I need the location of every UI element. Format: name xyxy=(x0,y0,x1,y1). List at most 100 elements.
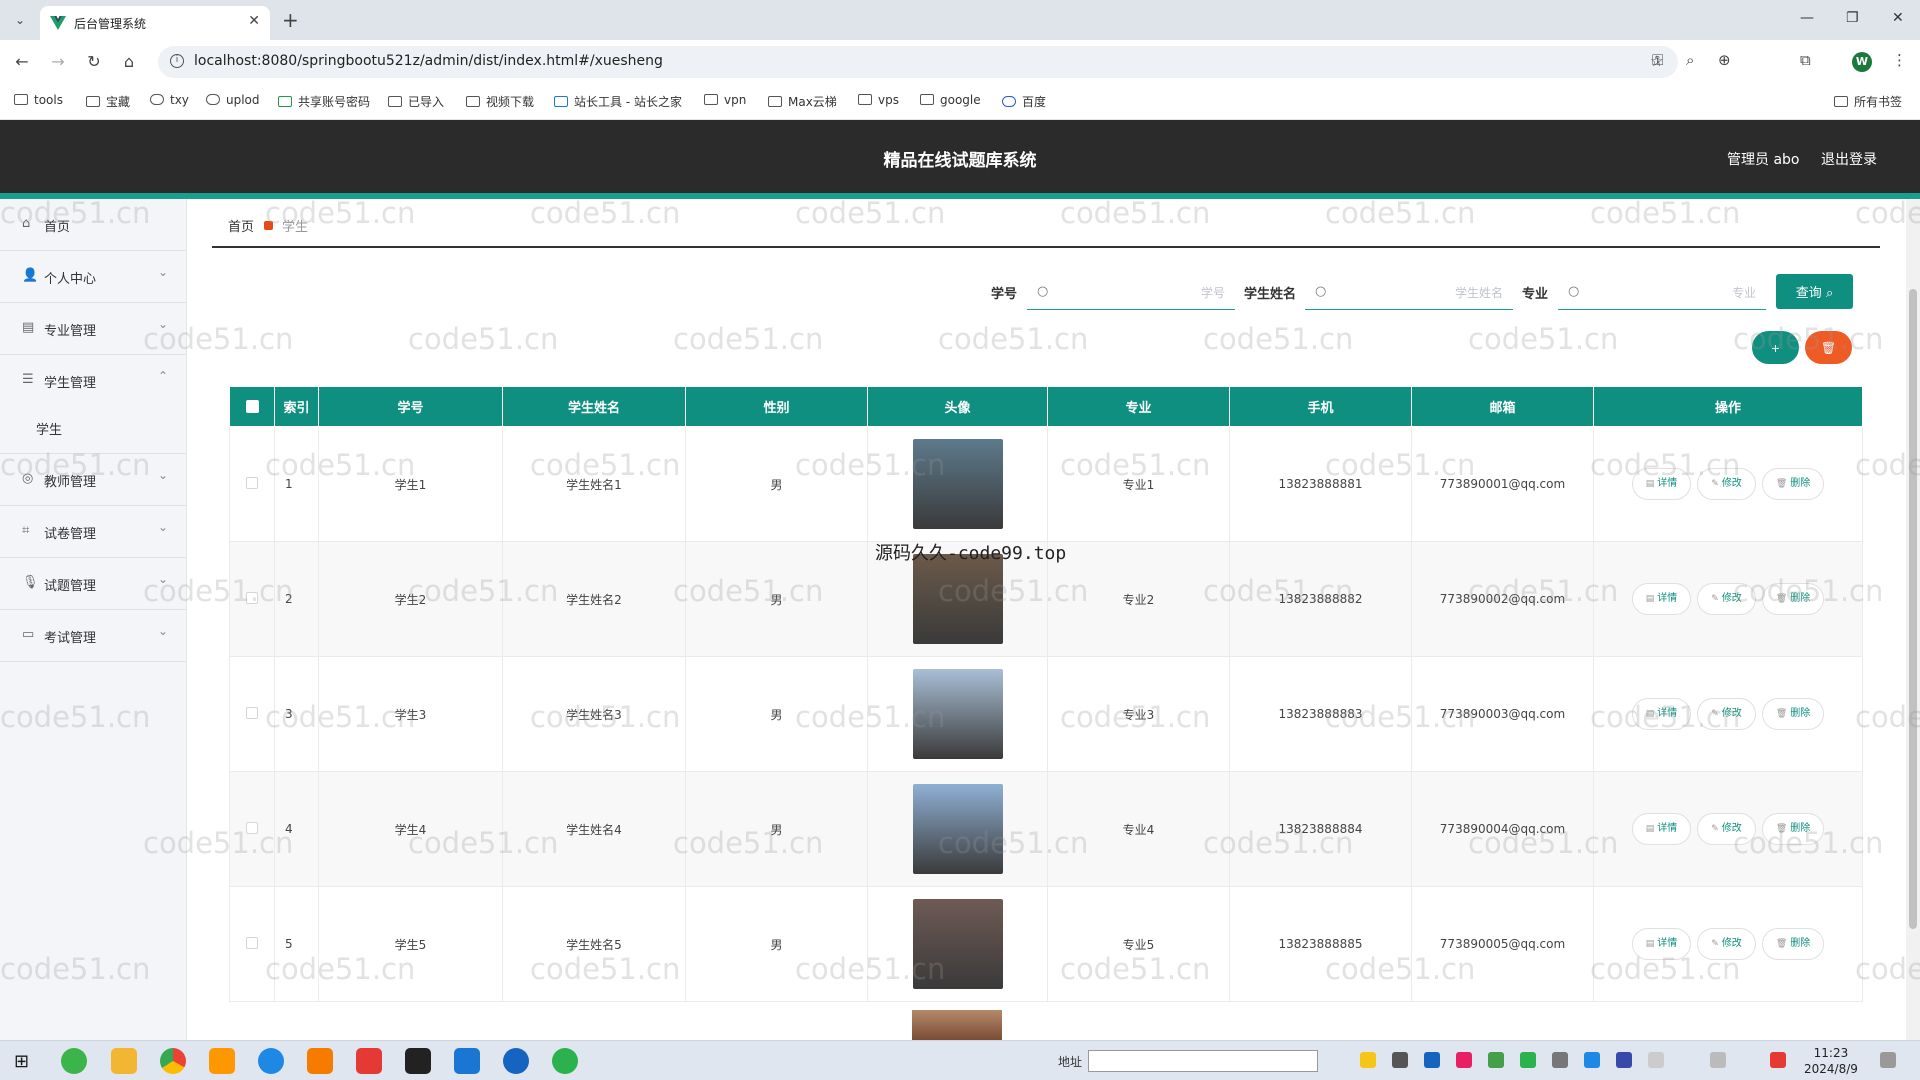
edge-icon[interactable] xyxy=(258,1048,284,1074)
sidebar-item-personal-center[interactable]: 👤 个人中心 ⌄ xyxy=(0,251,187,303)
back-icon[interactable]: ← xyxy=(12,52,32,71)
app-icon[interactable] xyxy=(307,1048,333,1074)
tray-icon[interactable] xyxy=(1360,1052,1376,1068)
tray-icon[interactable] xyxy=(1488,1052,1504,1068)
delete-button[interactable]: 🗑 删除 xyxy=(1761,928,1825,960)
sidebar-item-exam-management[interactable]: ▭ 考试管理 ⌄ xyxy=(0,610,187,662)
row-checkbox[interactable] xyxy=(229,541,275,657)
bookmark-item[interactable]: txy xyxy=(150,93,189,107)
bookmark-item[interactable]: 视频下载 xyxy=(466,93,534,110)
site-info-icon[interactable]: i xyxy=(170,54,184,68)
intellij-icon[interactable] xyxy=(405,1048,431,1074)
browser-tab[interactable]: 后台管理系统 ✕ xyxy=(40,6,270,40)
bookmark-item[interactable]: uplod xyxy=(206,93,260,107)
home-nav-icon[interactable]: ⌂ xyxy=(119,52,139,71)
search-input-major[interactable] xyxy=(1588,280,1756,306)
wifi-icon[interactable] xyxy=(1648,1052,1664,1068)
bookmark-item[interactable]: 共享账号密码 xyxy=(278,93,370,110)
edit-button[interactable]: ✎ 修改 xyxy=(1697,583,1756,615)
query-button[interactable]: 查询 ⌕ xyxy=(1776,274,1853,309)
app-360-icon[interactable] xyxy=(61,1048,87,1074)
zoom-icon[interactable]: ⌕ xyxy=(1686,51,1694,69)
bookmark-item[interactable]: 宝藏 xyxy=(86,93,130,110)
input-method-icon[interactable] xyxy=(1770,1052,1786,1068)
url-text[interactable]: localhost:8080/springbootu521z/admin/dis… xyxy=(194,53,663,69)
detail-button[interactable]: ▤ 详情 xyxy=(1631,583,1692,615)
extensions-icon[interactable]: ⧉ xyxy=(1800,51,1811,69)
edit-button[interactable]: ✎ 修改 xyxy=(1697,928,1756,960)
chrome-icon[interactable] xyxy=(160,1048,186,1074)
volume-icon[interactable] xyxy=(1710,1052,1726,1068)
edit-button[interactable]: ✎ 修改 xyxy=(1697,698,1756,730)
tray-icon[interactable] xyxy=(1552,1052,1568,1068)
detail-button[interactable]: ▤ 详情 xyxy=(1631,698,1692,730)
detail-button[interactable]: ▤ 详情 xyxy=(1631,928,1692,960)
tab-search-icon[interactable]: ⌄ xyxy=(10,10,30,30)
tray-icon[interactable] xyxy=(1584,1052,1600,1068)
batch-delete-button[interactable]: 🗑 xyxy=(1805,331,1852,364)
delete-button[interactable]: 🗑 删除 xyxy=(1761,468,1825,500)
browser-menu-icon[interactable]: ⋮ xyxy=(1892,51,1907,69)
sidebar-item-student-management[interactable]: ☰ 学生管理 ⌃ 学生 xyxy=(0,355,187,454)
row-checkbox[interactable] xyxy=(229,886,275,1002)
tray-icon[interactable] xyxy=(1616,1052,1632,1068)
bookmark-item[interactable]: tools xyxy=(14,93,63,107)
bookmark-item[interactable]: vpn xyxy=(704,93,746,107)
windows-start-icon[interactable]: ⊞ xyxy=(14,1051,29,1072)
page-scrollbar[interactable] xyxy=(1906,199,1920,1040)
tray-icon[interactable] xyxy=(1456,1052,1472,1068)
delete-button[interactable]: 🗑 删除 xyxy=(1761,813,1825,845)
bookmark-item[interactable]: Max云梯 xyxy=(768,93,837,110)
url-field[interactable]: i localhost:8080/springbootu521z/admin/d… xyxy=(158,46,1678,78)
search-field-name[interactable]: ○ xyxy=(1305,276,1513,310)
minimize-icon[interactable]: — xyxy=(1800,10,1814,26)
delete-button[interactable]: 🗑 删除 xyxy=(1761,698,1825,730)
vscode-icon[interactable] xyxy=(503,1048,529,1074)
wps-icon[interactable] xyxy=(356,1048,382,1074)
notification-icon[interactable] xyxy=(1880,1052,1896,1068)
bookmark-item[interactable]: google xyxy=(920,93,981,107)
detail-button[interactable]: ▤ 详情 xyxy=(1631,468,1692,500)
file-explorer-icon[interactable] xyxy=(111,1048,137,1074)
sidebar-item-teacher-management[interactable]: ◎ 教师管理 ⌄ xyxy=(0,454,187,506)
edit-button[interactable]: ✎ 修改 xyxy=(1697,468,1756,500)
taskbar-clock[interactable]: 11:23 2024/8/9 xyxy=(1804,1045,1858,1077)
profile-avatar[interactable]: W xyxy=(1852,52,1872,72)
submenu-item-student[interactable]: 学生 xyxy=(36,419,62,438)
detail-button[interactable]: ▤ 详情 xyxy=(1631,813,1692,845)
bookmark-item[interactable]: vps xyxy=(858,93,899,107)
new-tab-icon[interactable]: + xyxy=(282,8,299,32)
row-checkbox[interactable] xyxy=(229,771,275,887)
edit-button[interactable]: ✎ 修改 xyxy=(1697,813,1756,845)
all-bookmarks[interactable]: 所有书签 xyxy=(1834,93,1902,110)
wechat-icon[interactable] xyxy=(552,1048,578,1074)
sidebar-item-home[interactable]: ⌂ 首页 xyxy=(0,199,187,251)
tray-icon[interactable] xyxy=(1520,1052,1536,1068)
logout-link[interactable]: 退出登录 xyxy=(1821,149,1877,169)
scrollbar-thumb[interactable] xyxy=(1909,289,1917,929)
tray-icon[interactable] xyxy=(1424,1052,1440,1068)
window-close-icon[interactable]: ✕ xyxy=(1892,10,1904,26)
bookmark-item[interactable]: 已导入 xyxy=(388,93,444,110)
forward-icon[interactable]: → xyxy=(48,52,68,71)
install-icon[interactable]: ⊕ xyxy=(1718,51,1731,69)
search-input-name[interactable] xyxy=(1335,280,1503,306)
sublime-icon[interactable] xyxy=(209,1048,235,1074)
breadcrumb-home[interactable]: 首页 xyxy=(228,216,254,235)
sidebar-item-major-management[interactable]: ▤ 专业管理 ⌄ xyxy=(0,303,187,355)
typora-icon[interactable] xyxy=(454,1048,480,1074)
bookmark-item[interactable]: 百度 xyxy=(1002,93,1046,110)
search-input-xuehao[interactable] xyxy=(1057,280,1225,306)
reload-icon[interactable]: ↻ xyxy=(84,52,104,71)
tab-close-icon[interactable]: ✕ xyxy=(248,13,260,29)
sidebar-item-question-management[interactable]: 🎙 试题管理 ⌄ xyxy=(0,558,187,610)
row-checkbox[interactable] xyxy=(229,426,275,542)
delete-button[interactable]: 🗑 删除 xyxy=(1761,583,1825,615)
search-field-xuehao[interactable]: ○ xyxy=(1027,276,1235,310)
restore-icon[interactable]: ❐ xyxy=(1846,10,1859,26)
search-field-major[interactable]: ○ xyxy=(1558,276,1766,310)
tray-icon[interactable] xyxy=(1392,1052,1408,1068)
bookmark-item[interactable]: 站长工具 - 站长之家 xyxy=(554,93,682,110)
add-button[interactable]: + xyxy=(1752,331,1799,364)
taskbar-address-input[interactable] xyxy=(1088,1050,1318,1072)
